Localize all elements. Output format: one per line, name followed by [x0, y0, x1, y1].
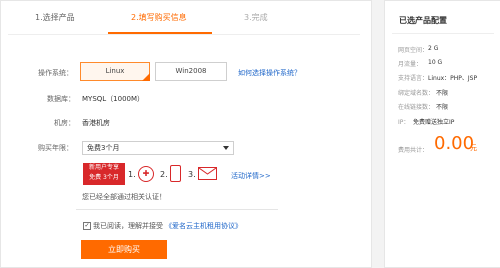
triangle-down-icon	[223, 146, 229, 150]
os-linux-label: Linux	[105, 67, 125, 75]
config-ip-value: 免费赠送独立IP	[413, 119, 455, 126]
promo-badge: 新用户专享 免费 3个月	[83, 163, 125, 185]
config-domains-value: 不限	[436, 90, 449, 97]
db-value: MYSQL（1000M）	[82, 95, 145, 103]
auth-status-text: 您已经全部通过相关认证！	[82, 193, 166, 201]
config-traffic-label: 月流量：	[398, 61, 423, 68]
config-cost-value: 0.00	[434, 133, 475, 154]
os-win2008-option[interactable]: Win2008	[155, 62, 227, 81]
config-language-label: 支持语言：	[398, 75, 429, 82]
step-active-underline	[108, 32, 212, 34]
promo-badge-line2: 免费 3个月	[89, 174, 119, 181]
config-links-value: 不限	[436, 104, 449, 111]
room-label: 机房：	[54, 119, 75, 127]
config-cost-unit: 元	[470, 144, 477, 152]
agreement-text: 我已阅读，理解并接受	[93, 222, 163, 230]
config-space-label: 网页空间：	[398, 47, 429, 54]
os-label: 操作系统：	[38, 69, 73, 77]
config-ip-label: IP：	[398, 119, 410, 126]
agreement-divider	[76, 209, 278, 210]
os-linux-option[interactable]: Linux	[80, 62, 150, 81]
config-divider	[392, 33, 494, 34]
user-icon: ✚	[138, 166, 154, 182]
step-3: 3.完成	[244, 13, 268, 22]
steps-divider	[8, 34, 360, 35]
phone-icon	[170, 165, 181, 182]
os-help-link[interactable]: 如何选择操作系统？	[238, 68, 301, 78]
config-links-label: 在线链接数：	[398, 104, 435, 111]
term-label: 购买年限：	[38, 144, 73, 152]
room-value: 香港机房	[82, 119, 110, 127]
config-traffic-value: 10 G	[428, 59, 443, 66]
db-label: 数据库：	[47, 95, 75, 103]
promo-step1-number: 1.	[128, 170, 136, 179]
config-language-value: Linux：PHP、JSP	[428, 75, 478, 82]
term-select-value: 免费3个月	[87, 144, 120, 152]
promo-badge-line1: 新用户专享	[88, 164, 119, 171]
promo-step2-number: 2.	[160, 170, 168, 179]
config-space-value: 2 G	[428, 45, 439, 52]
promo-step3-number: 3.	[188, 170, 196, 179]
promo-details-link[interactable]: 活动详情>>	[231, 171, 271, 181]
config-cost-label: 费用共计：	[398, 147, 429, 154]
term-select[interactable]: 免费3个月	[82, 141, 234, 155]
config-domains-label: 绑定域名数：	[398, 90, 435, 97]
mail-icon	[198, 167, 217, 180]
buy-now-button[interactable]: 立即购买	[81, 240, 167, 259]
checkbox-checked-icon[interactable]: ✓	[83, 222, 91, 230]
step-1: 1.选择产品	[35, 13, 75, 22]
selected-corner-icon	[142, 73, 150, 81]
config-title: 已选产品配置	[399, 16, 447, 25]
agreement-link[interactable]: 《爱名云主机租用协议》	[165, 221, 242, 231]
step-2: 2.填写购买信息	[131, 13, 187, 22]
